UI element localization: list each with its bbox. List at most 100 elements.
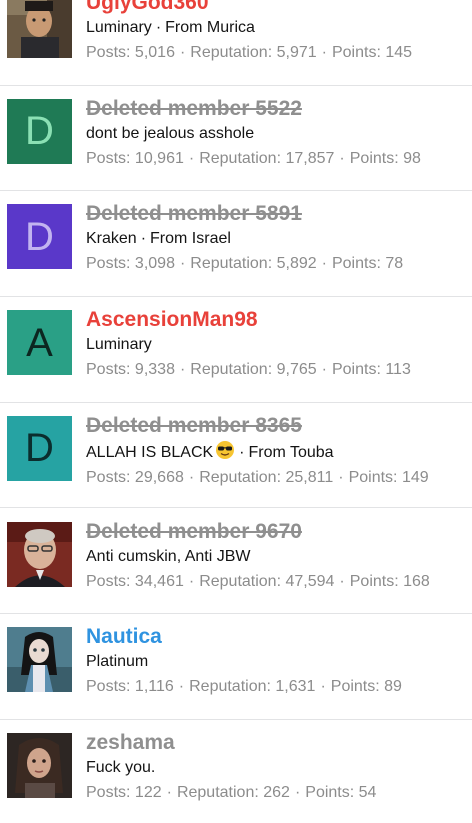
member-info: Deleted member 5891 Kraken · From Israel Pos… xyxy=(86,201,464,275)
user-stats: Posts: 10,961 · Reputation: 17,857 · Points:… xyxy=(86,148,464,170)
posts-count-label: Posts: xyxy=(86,361,131,379)
user-stats: Posts: 29,668 · Reputation: 25,811 · Points:… xyxy=(86,467,464,489)
separator-dot: · xyxy=(179,255,186,273)
points-count-label: Points: xyxy=(348,468,398,486)
posts-count-label: Posts: xyxy=(86,255,131,273)
member-info: AscensionMan98 Luminary Posts: 9,338 · Reput… xyxy=(86,307,464,381)
user-title-text: Fuck you. xyxy=(86,758,156,776)
user-photo-woman-icon[interactable] xyxy=(7,732,72,798)
separator-dot: · xyxy=(188,468,195,486)
separator-dot: · xyxy=(321,44,327,61)
posts-count-label: Posts: xyxy=(86,572,131,590)
separator-dot: · xyxy=(239,443,245,461)
user-title-text: Kraken xyxy=(86,230,137,248)
separator-dot: · xyxy=(339,149,345,167)
reputation-count: 17,857 xyxy=(285,149,335,167)
reputation-count-label: Reputation: xyxy=(190,44,273,61)
posts-count: 3,098 xyxy=(134,255,175,273)
reputation-count-label: Reputation: xyxy=(190,255,273,273)
member-row: zeshama Fuck you. Posts: 122 · Reputation: 2… xyxy=(0,720,472,823)
separator-dot: · xyxy=(155,19,162,36)
points-count: 89 xyxy=(384,678,402,696)
member-row: Nautica Platinum Posts: 1,116 · Reputation: … xyxy=(0,614,472,720)
username-link[interactable]: Deleted member 5522 xyxy=(86,96,464,122)
reputation-count-label: Reputation: xyxy=(199,468,282,486)
member-row: A AscensionMan98 Luminary Posts: 9,338 · Repu… xyxy=(0,297,472,403)
member-info: Nautica Platinum Posts: 1,116 · Reputation: … xyxy=(86,624,464,698)
user-location: From Israel xyxy=(150,230,231,248)
points-count: 98 xyxy=(403,149,421,167)
avatar-letter: D xyxy=(25,426,54,471)
username-link[interactable]: Deleted member 5891 xyxy=(86,201,464,227)
member-info: zeshama Fuck you. Posts: 122 · Reputation: 2… xyxy=(86,730,464,804)
username-link[interactable]: AscensionMan98 xyxy=(86,307,464,333)
reputation-count: 47,594 xyxy=(285,572,335,590)
reputation-count: 1,631 xyxy=(275,678,316,696)
points-count-label: Points: xyxy=(331,361,381,379)
separator-dot: · xyxy=(339,572,345,590)
letter-avatar[interactable]: A xyxy=(7,310,72,376)
user-title: Luminary · From Murica xyxy=(86,17,464,39)
points-count-label: Points: xyxy=(305,783,355,801)
reputation-count-label: Reputation: xyxy=(176,783,259,801)
points-count: 54 xyxy=(358,783,377,801)
separator-dot: · xyxy=(140,230,147,248)
separator-dot: · xyxy=(178,678,185,696)
posts-count-label: Posts: xyxy=(86,678,131,696)
user-title: ALLAH IS BLACK · From Touba xyxy=(86,440,464,464)
points-count: 78 xyxy=(385,255,404,273)
points-count: 145 xyxy=(385,44,413,61)
reputation-count: 9,765 xyxy=(276,361,317,379)
reputation-count-label: Reputation: xyxy=(199,572,282,590)
member-row: D Deleted member 5522 dont be jealous assh… xyxy=(0,86,472,192)
posts-count: 5,016 xyxy=(134,44,175,61)
reputation-count-label: Reputation: xyxy=(199,149,282,167)
separator-dot: · xyxy=(294,783,301,801)
sunglasses-emoji-icon xyxy=(213,440,235,461)
points-count-label: Points: xyxy=(349,149,399,167)
user-stats: Posts: 9,338 · Reputation: 9,765 · Points: 1… xyxy=(86,359,464,381)
reputation-count: 25,811 xyxy=(285,468,334,486)
letter-avatar[interactable]: D xyxy=(7,204,72,270)
user-title-text: dont be jealous asshole xyxy=(86,124,255,142)
points-count: 168 xyxy=(403,572,430,590)
user-title-text: Anti cumskin, Anti JBW xyxy=(86,547,251,565)
posts-count: 10,961 xyxy=(134,149,184,167)
reputation-count-label: Reputation: xyxy=(190,361,273,379)
user-title-text: Platinum xyxy=(86,653,149,671)
separator-dot: · xyxy=(179,361,186,379)
user-stats: Posts: 34,461 · Reputation: 47,594 · Points:… xyxy=(86,571,464,593)
posts-count: 9,338 xyxy=(134,361,175,379)
username-link[interactable]: UglyGod360 xyxy=(86,0,464,16)
user-stats: Posts: 122 · Reputation: 262 · Points: 54 xyxy=(86,782,464,804)
username-link[interactable]: Deleted member 8365 xyxy=(86,413,464,439)
separator-dot: · xyxy=(320,678,326,696)
separator-dot: · xyxy=(338,468,344,486)
separator-dot: · xyxy=(166,783,172,801)
member-row: D Deleted member 5891 Kraken · From Israel Po… xyxy=(0,191,472,298)
user-photo-man-icon[interactable] xyxy=(7,0,72,58)
member-row: Deleted member 9670 Anti cumskin, Anti JB… xyxy=(0,509,472,615)
avatar-letter: D xyxy=(25,214,54,259)
reputation-count: 5,892 xyxy=(276,255,317,273)
points-count-label: Points: xyxy=(330,678,380,696)
posts-count-label: Posts: xyxy=(86,44,131,61)
user-title: Anti cumskin, Anti JBW xyxy=(86,546,464,568)
username-link[interactable]: Nautica xyxy=(86,624,464,650)
separator-dot: · xyxy=(188,149,195,167)
user-stats: Posts: 1,116 · Reputation: 1,631 · Points: 8… xyxy=(86,676,464,698)
avatar-letter: A xyxy=(26,320,53,365)
member-row: UglyGod360 Luminary · From Murica Posts: 5,0… xyxy=(0,0,472,86)
posts-count-label: Posts: xyxy=(86,783,131,801)
points-count-label: Points: xyxy=(331,255,381,273)
posts-count: 34,461 xyxy=(134,572,184,590)
user-location: From Murica xyxy=(165,19,255,36)
user-stats: Posts: 5,016 · Reputation: 5,971 · Points: 1… xyxy=(86,42,464,64)
user-photo-doll-icon[interactable] xyxy=(7,627,72,693)
username-link[interactable]: zeshama xyxy=(86,730,464,756)
letter-avatar[interactable]: D xyxy=(7,415,72,481)
username-link[interactable]: Deleted member 9670 xyxy=(86,519,464,545)
letter-avatar[interactable]: D xyxy=(7,98,72,164)
reputation-count: 262 xyxy=(263,783,290,801)
user-photo-old-man-icon[interactable] xyxy=(7,521,72,587)
